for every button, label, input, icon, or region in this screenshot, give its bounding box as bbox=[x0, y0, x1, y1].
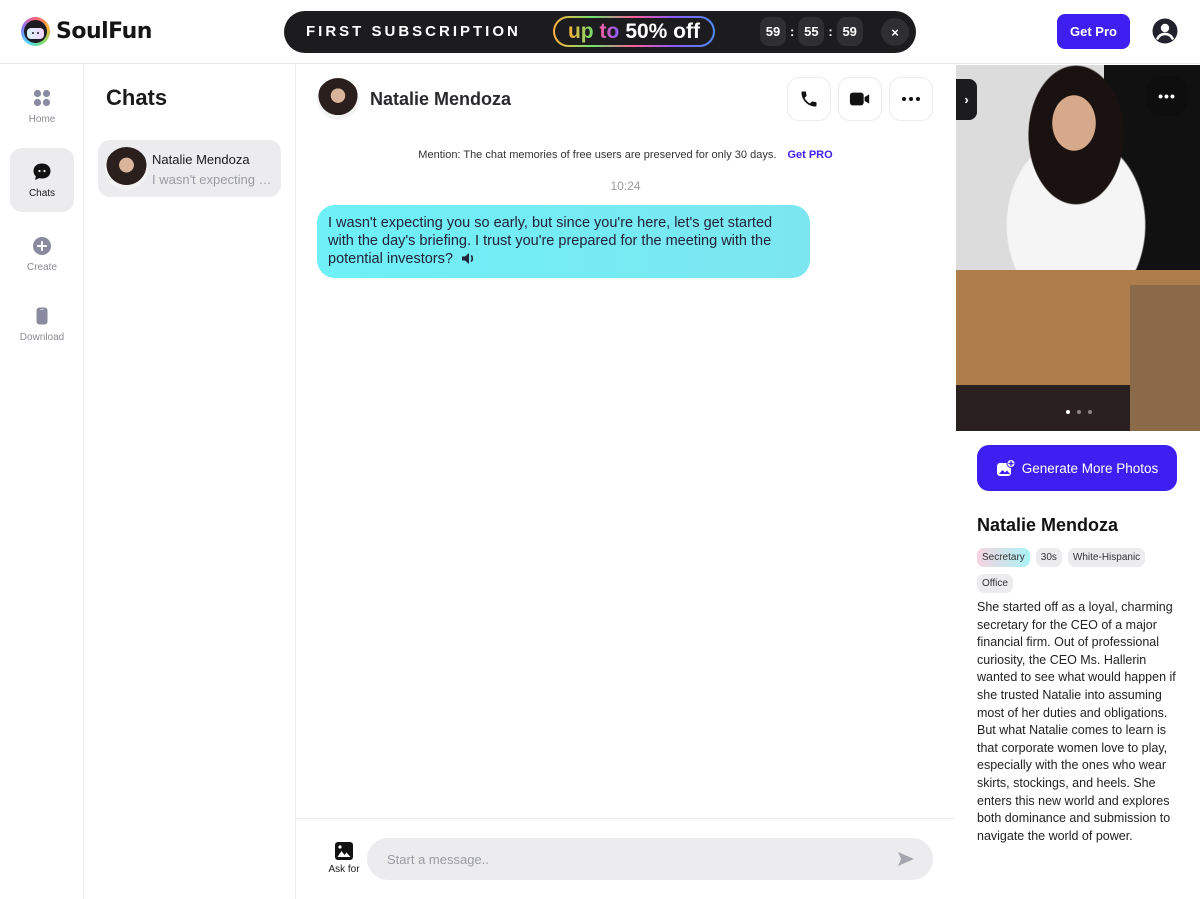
get-pro-link[interactable]: Get PRO bbox=[787, 149, 832, 161]
nav-label: Chats bbox=[28, 187, 56, 199]
promo-title: FIRST SUBSCRIPTION bbox=[306, 23, 521, 40]
video-call-button[interactable] bbox=[838, 77, 882, 121]
app-logo[interactable]: SoulFun bbox=[21, 17, 152, 46]
promo-discount-pill: up to 50% off bbox=[553, 16, 715, 47]
ask-for-photo-button[interactable]: Ask for bbox=[326, 841, 362, 875]
generate-more-photos-button[interactable]: Generate More Photos bbox=[977, 445, 1177, 491]
ask-for-label: Ask for bbox=[328, 864, 360, 875]
tag-occupation: Secretary bbox=[977, 548, 1030, 567]
memory-notice: Mention: The chat memories of free users… bbox=[296, 149, 955, 161]
add-photo-icon bbox=[996, 459, 1016, 476]
phone-device-icon bbox=[36, 307, 48, 324]
top-bar: SoulFun FIRST SUBSCRIPTION up to 50% off… bbox=[0, 0, 1200, 64]
generate-label: Generate More Photos bbox=[1021, 460, 1159, 476]
message-text: I wasn't expecting you so early, but sin… bbox=[328, 215, 773, 267]
more-icon bbox=[902, 97, 920, 101]
photo-carousel-dots bbox=[1066, 410, 1092, 414]
chat-list-item[interactable]: Natalie Mendoza I wasn't expecting you s… bbox=[98, 140, 281, 197]
plus-circle-icon bbox=[33, 236, 51, 255]
phone-icon bbox=[801, 91, 817, 107]
contact-avatar[interactable] bbox=[317, 78, 359, 120]
memory-notice-text: Mention: The chat memories of free users… bbox=[418, 149, 777, 161]
timer-seconds: 59 bbox=[836, 17, 863, 46]
app-name: SoulFun bbox=[56, 19, 152, 44]
carousel-dot[interactable] bbox=[1066, 410, 1070, 414]
photo-more-button[interactable]: ••• bbox=[1147, 76, 1187, 116]
chat-list-title: Chats bbox=[106, 85, 168, 110]
character-bio: She started off as a loyal, charming sec… bbox=[977, 600, 1176, 843]
chat-item-preview: I wasn't expecting you so early, but sin… bbox=[152, 172, 276, 187]
nav-label: Home bbox=[28, 113, 56, 125]
nav-label: Create bbox=[26, 261, 57, 273]
photo-background-desk bbox=[1130, 285, 1200, 431]
tag-age: 30s bbox=[1035, 548, 1062, 567]
promo-banner[interactable]: FIRST SUBSCRIPTION up to 50% off 59 : 55… bbox=[284, 11, 916, 53]
timer-hours: 59 bbox=[760, 17, 786, 46]
tag-setting: Office bbox=[977, 574, 1013, 593]
chevron-right-icon: › bbox=[964, 92, 969, 107]
promo-discount-text: 50% off bbox=[625, 19, 700, 43]
chat-panel: Natalie Mendoza Mention: The chat memori… bbox=[296, 64, 955, 899]
contact-name: Natalie Mendoza bbox=[370, 89, 512, 109]
promo-to-text: to bbox=[599, 19, 620, 43]
character-profile-panel: › ••• Generate More Photos Natalie Mendo… bbox=[955, 64, 1200, 899]
carousel-dot[interactable] bbox=[1077, 410, 1081, 414]
user-circle-icon[interactable] bbox=[1152, 18, 1178, 44]
message-bubble: I wasn't expecting you so early, but sin… bbox=[317, 205, 810, 278]
character-tags: Secretary 30s White-Hispanic Office bbox=[977, 548, 1187, 593]
get-pro-button[interactable]: Get Pro bbox=[1057, 14, 1130, 49]
message-timestamp: 10:24 bbox=[610, 179, 641, 193]
collapse-panel-button[interactable]: › bbox=[956, 79, 977, 120]
chat-bubble-icon bbox=[33, 163, 51, 180]
timer-minutes: 55 bbox=[798, 17, 825, 46]
video-icon bbox=[849, 92, 870, 106]
logo-icon bbox=[21, 17, 50, 46]
more-icon: ••• bbox=[1158, 88, 1176, 104]
nav-item-create[interactable]: Create bbox=[10, 222, 74, 286]
image-icon bbox=[335, 842, 353, 860]
character-photo[interactable] bbox=[956, 65, 1200, 431]
grid-icon bbox=[33, 89, 51, 106]
nav-item-home[interactable]: Home bbox=[10, 74, 74, 138]
send-icon[interactable] bbox=[897, 851, 915, 867]
avatar bbox=[105, 147, 148, 190]
nav-rail: Home Chats Create Download bbox=[0, 64, 84, 899]
nav-item-download[interactable]: Download bbox=[10, 292, 74, 356]
chat-list-panel: Chats Natalie Mendoza I wasn't expecting… bbox=[84, 64, 296, 899]
promo-close-button[interactable]: × bbox=[881, 18, 909, 46]
tag-ethnicity: White-Hispanic bbox=[1067, 548, 1146, 567]
nav-item-chats[interactable]: Chats bbox=[10, 148, 74, 212]
chat-item-name: Natalie Mendoza bbox=[152, 152, 250, 167]
timer-separator: : bbox=[790, 24, 795, 39]
countdown-timer: 59 : 55 : 59 bbox=[760, 17, 863, 46]
carousel-dot[interactable] bbox=[1088, 410, 1092, 414]
message-composer: Ask for bbox=[296, 818, 955, 899]
character-name: Natalie Mendoza bbox=[977, 515, 1119, 535]
promo-up-text: up bbox=[567, 19, 594, 43]
nav-label: Download bbox=[19, 331, 65, 343]
timer-separator: : bbox=[828, 24, 833, 39]
speaker-icon[interactable] bbox=[461, 252, 476, 265]
message-input[interactable] bbox=[367, 838, 933, 880]
chat-more-button[interactable] bbox=[889, 77, 933, 121]
voice-call-button[interactable] bbox=[787, 77, 831, 121]
